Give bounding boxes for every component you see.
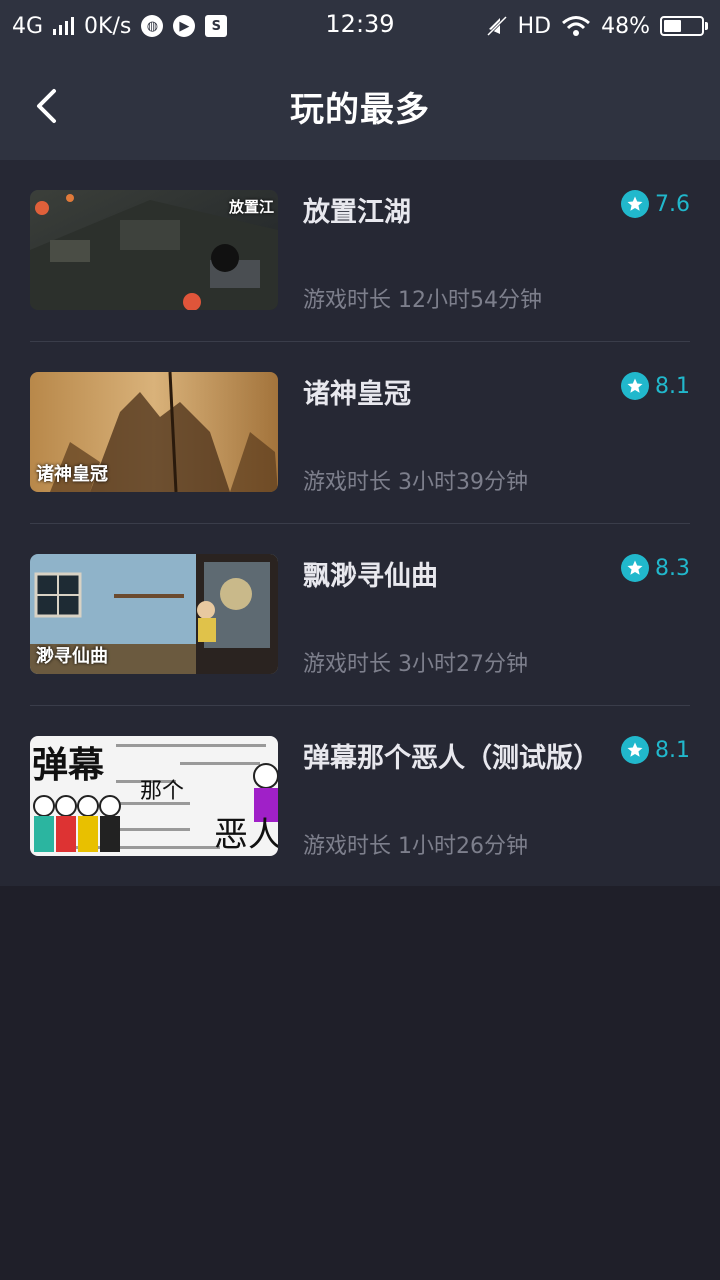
list-item[interactable]: 放置江 放置江湖 7.6 游戏时长 12小时54分钟 [30,160,690,342]
play-time: 游戏时长 3小时39分钟 [303,470,528,495]
thumbnail-caption: 弹幕 [32,745,105,786]
list-item[interactable]: 渺寻仙曲 飘渺寻仙曲 8.3 游戏时长 3小时27分钟 [30,524,690,706]
wifi-icon [562,16,591,36]
play-time: 游戏时长 12小时54分钟 [303,288,542,313]
status-bar: 4G 0K/s ◍ ▶ S 12:39 HD 48% [0,0,720,52]
header: 玩的最多 [0,52,720,160]
rating-value: 7.6 [655,191,690,217]
network-speed: 0K/s [84,13,132,39]
battery-percent: 48% [601,13,650,39]
chevron-left-icon [37,89,56,123]
back-button[interactable] [26,82,66,130]
rating: 8.1 [621,372,690,400]
list-item[interactable]: 那个 恶人 弹幕 弹幕那个恶人（测试版） 8.1 游戏时长 1小时26分钟 [30,706,690,886]
hd-label: HD [517,13,552,39]
status-bar-left: 4G 0K/s ◍ ▶ S [12,13,228,39]
rating-value: 8.1 [655,373,690,399]
game-title: 放置江湖 [303,197,411,228]
mute-icon [486,15,507,37]
page-title: 玩的最多 [290,89,430,130]
rating: 8.1 [621,736,690,764]
star-icon [621,190,649,218]
play-time: 游戏时长 3小时27分钟 [303,652,528,677]
status-bar-right: HD 48% [486,14,708,39]
svg-text:那个: 那个 [140,779,184,804]
game-thumbnail: 渺寻仙曲 [30,554,278,674]
play-icon: ▶ [173,15,196,37]
game-thumbnail: 诸神皇冠 [30,372,278,492]
rating-value: 8.1 [655,737,690,763]
game-list: 放置江 放置江湖 7.6 游戏时长 12小时54分钟 诸神皇冠 诸神皇冠 8.1… [0,160,720,886]
s-app-icon: S [205,15,228,37]
game-title: 飘渺寻仙曲 [303,561,438,592]
game-thumbnail: 那个 恶人 弹幕 [30,736,278,856]
thumbnail-caption: 渺寻仙曲 [36,646,108,667]
thumbnail-caption: 放置江 [228,198,274,216]
star-icon [621,372,649,400]
game-title: 诸神皇冠 [303,379,411,410]
star-icon [621,554,649,582]
game-title: 弹幕那个恶人（测试版） [303,743,600,774]
rating-value: 8.3 [655,555,690,581]
rating: 8.3 [621,554,690,582]
signal-icon [53,17,75,35]
play-time: 游戏时长 1小时26分钟 [303,834,528,859]
game-thumbnail: 放置江 [30,190,278,310]
star-icon [621,736,649,764]
thumbnail-caption: 诸神皇冠 [36,464,108,485]
battery-icon [660,16,708,36]
svg-text:恶人: 恶人 [214,815,278,855]
globe-icon: ◍ [141,15,164,37]
network-type: 4G [12,13,44,39]
list-item[interactable]: 诸神皇冠 诸神皇冠 8.1 游戏时长 3小时39分钟 [30,342,690,524]
rating: 7.6 [621,190,690,218]
